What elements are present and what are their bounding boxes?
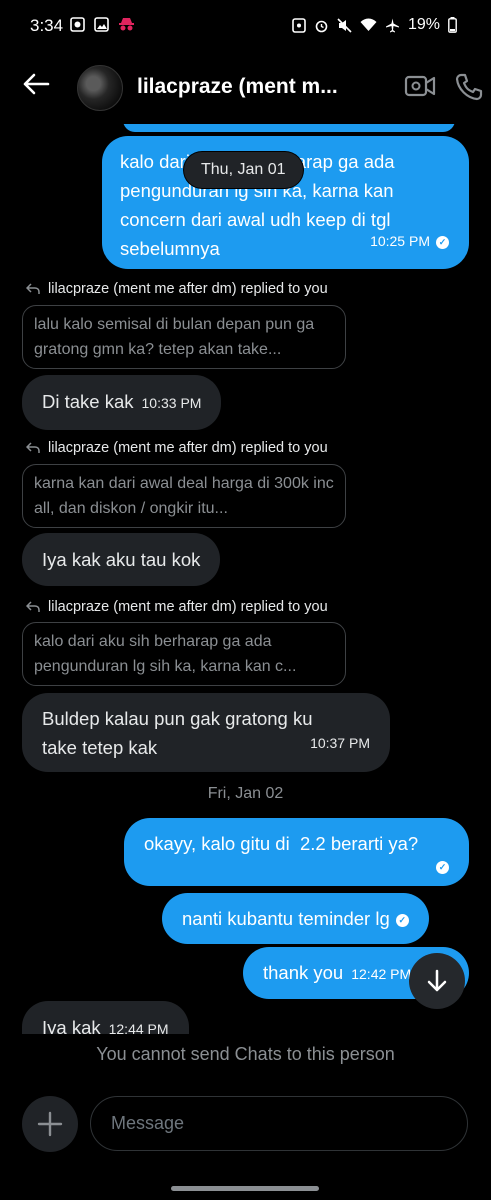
date-separator: Fri, Jan 02 xyxy=(207,785,284,802)
arrow-down-icon xyxy=(427,969,447,992)
reply-icon xyxy=(26,601,40,612)
notification-icon xyxy=(70,17,85,32)
quoted-message[interactable]: kalo dari aku sih berharap ga ada pengun… xyxy=(22,622,346,686)
chat-header: lilacpraze (ment m... xyxy=(0,52,491,124)
incognito-icon xyxy=(119,18,134,31)
quoted-message[interactable]: lalu kalo semisal di bulan depan pun ga … xyxy=(22,305,346,369)
read-receipt-icon: ✓ xyxy=(395,913,409,927)
message-input[interactable] xyxy=(90,1096,468,1151)
message-time: 10:33 PM xyxy=(141,395,202,411)
phone-call-icon[interactable] xyxy=(454,72,484,102)
message-text: okayy, kalo gitu di 2.2 berarti ya? xyxy=(144,833,419,854)
reply-indicator: lilacpraze (ment me after dm) replied to… xyxy=(26,440,328,456)
reply-icon xyxy=(26,283,40,294)
quoted-text: kalo dari aku sih berharap ga ada pengun… xyxy=(34,633,297,675)
message-bubble-outgoing[interactable]: nanti kubantu teminder lg ✓ xyxy=(162,893,429,944)
video-call-icon[interactable] xyxy=(404,72,436,100)
gallery-icon xyxy=(94,17,109,32)
message-time: 10:37 PM xyxy=(310,735,370,751)
message-bubble-incoming[interactable]: Iya kak aku tau kok xyxy=(22,533,221,586)
cannot-send-notice: You cannot send Chats to this person xyxy=(96,1044,395,1064)
conversation-title[interactable]: lilacpraze (ment m... xyxy=(137,75,338,99)
message-bubble-incoming[interactable]: Iya kak 12:44 PM xyxy=(22,1001,189,1034)
status-bar: 3:34 19% xyxy=(0,0,491,52)
read-receipt-icon: ✓ xyxy=(436,861,449,874)
message-text: thank you xyxy=(263,962,344,983)
reply-indicator: lilacpraze (ment me after dm) replied to… xyxy=(26,599,328,615)
wifi-icon xyxy=(360,18,377,31)
message-bubble-outgoing[interactable]: okayy, kalo gitu di 2.2 berarti ya? ✓ xyxy=(124,818,469,886)
add-attachment-button[interactable] xyxy=(22,1096,78,1152)
reply-label-text: lilacpraze (ment me after dm) replied to… xyxy=(48,599,328,615)
floating-date-pill: Thu, Jan 01 xyxy=(184,152,303,188)
reply-indicator: lilacpraze (ment me after dm) replied to… xyxy=(26,281,328,297)
message-text: Iya kak aku tau kok xyxy=(42,549,201,570)
message-text: Buldep kalau pun gak gratong ku take tet… xyxy=(42,708,313,758)
message-bubble-incoming[interactable]: Di take kak 10:33 PM xyxy=(22,375,222,430)
status-time: 3:34 xyxy=(30,16,64,35)
message-text: Di take kak xyxy=(42,391,134,412)
reply-label-text: lilacpraze (ment me after dm) replied to… xyxy=(48,440,328,456)
message-time: 10:25 PM xyxy=(370,233,430,249)
battery-icon xyxy=(448,17,457,33)
notification-icons xyxy=(70,17,135,32)
read-receipt-icon: ✓ xyxy=(436,235,449,249)
quoted-text: karna kan dari awal deal harga di 300k i… xyxy=(34,475,334,517)
back-arrow-icon[interactable] xyxy=(22,72,50,96)
mute-icon xyxy=(337,17,352,33)
message-time: 12:42 PM xyxy=(351,966,412,982)
message-time: 12:44 PM xyxy=(108,1021,169,1034)
reply-label-text: lilacpraze (ment me after dm) replied to… xyxy=(48,281,328,297)
chat-area[interactable]: kalo dari aku sih berharap ga ada pengun… xyxy=(0,124,491,1034)
scroll-to-bottom-button[interactable] xyxy=(409,953,465,1009)
message-bubble-partial xyxy=(123,124,455,132)
avatar[interactable] xyxy=(77,65,123,111)
quoted-text: lalu kalo semisal di bulan depan pun ga … xyxy=(34,316,315,358)
alarm-icon xyxy=(315,20,328,32)
gesture-navigation-bar xyxy=(171,1186,319,1191)
message-bubble-incoming[interactable]: Buldep kalau pun gak gratong ku take tet… xyxy=(22,693,390,772)
airplane-icon xyxy=(385,18,399,32)
battery-level: 19% xyxy=(407,16,440,33)
message-text: Iya kak xyxy=(42,1017,101,1034)
message-text: nanti kubantu teminder lg xyxy=(182,908,390,929)
nfc-icon xyxy=(292,17,306,33)
plus-icon xyxy=(37,1111,63,1137)
system-icons: 19% xyxy=(292,16,457,34)
message-meta: 10:25 PM ✓ xyxy=(370,227,449,256)
quoted-message[interactable]: karna kan dari awal deal harga di 300k i… xyxy=(22,464,346,528)
reply-icon xyxy=(26,442,40,453)
